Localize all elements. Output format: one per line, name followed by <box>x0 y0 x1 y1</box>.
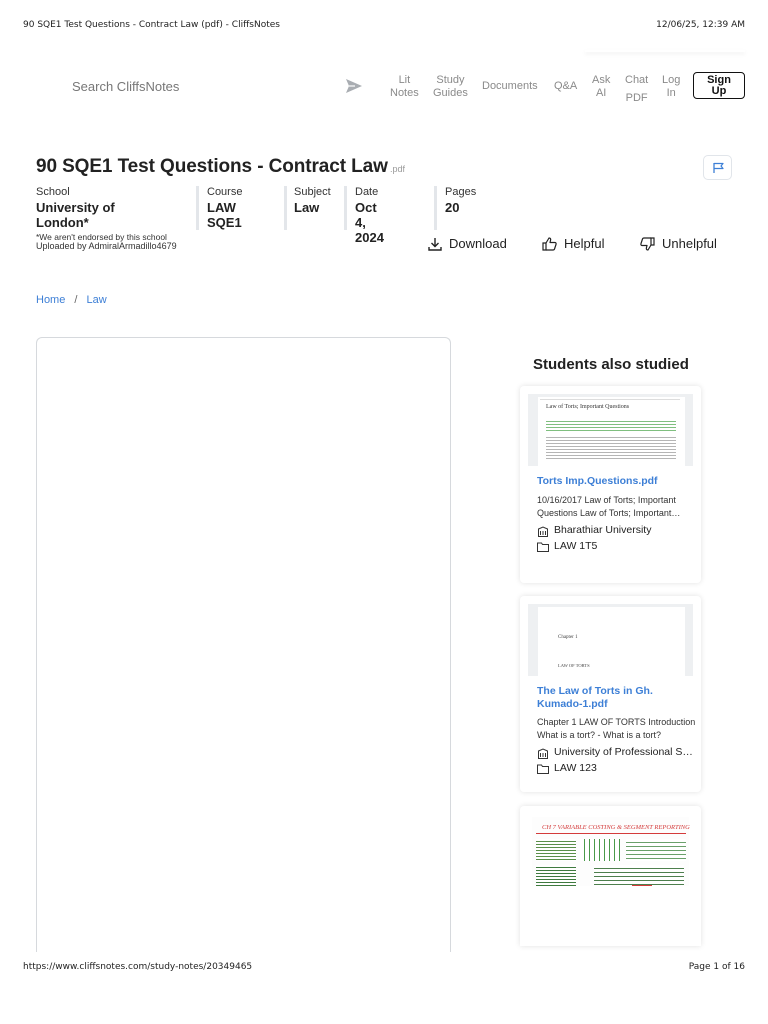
folder-icon <box>537 542 549 552</box>
course-value[interactable]: LAW SQE1 <box>207 200 242 230</box>
meta-subject: Subject Law <box>294 186 331 230</box>
building-icon <box>538 748 548 759</box>
related-document-card[interactable]: Chapter 1 LAW OF TORTS The Law of Torts … <box>520 596 701 792</box>
meta-course: Course LAW SQE1 <box>207 186 242 230</box>
meta-divider <box>284 186 287 230</box>
print-page-number: Page 1 of 16 <box>688 962 745 972</box>
card-title-link[interactable]: Torts Imp.Questions.pdf <box>537 475 697 488</box>
uploaded-by-text: Uploaded by AdmiralArmadillo4679 <box>36 241 177 251</box>
document-thumbnail: Chapter 1 LAW OF TORTS <box>528 604 693 676</box>
thumbnail-page: CH 7 VARIABLE COSTING & SEGMENT REPORTIN… <box>532 817 690 886</box>
breadcrumb-separator: / <box>74 294 78 306</box>
thumbs-down-icon <box>640 237 655 251</box>
nav-shadow-divider <box>585 50 745 52</box>
nav-documents[interactable]: Documents <box>482 80 538 93</box>
meta-date: Date Oct 4, 2024 <box>355 186 384 245</box>
nav-log-in-line1: Log <box>662 74 681 86</box>
school-label: School <box>36 186 70 198</box>
pages-label: Pages <box>445 186 477 198</box>
print-url: https://www.cliffsnotes.com/study-notes/… <box>23 962 253 972</box>
related-document-card[interactable]: CH 7 VARIABLE COSTING & SEGMENT REPORTIN… <box>520 806 701 946</box>
pages-value: 20 <box>445 200 460 215</box>
download-icon <box>428 238 442 251</box>
nav-qa-label: Q&A <box>554 80 578 92</box>
print-header: 90 SQE1 Test Questions - Contract Law (p… <box>23 20 745 32</box>
nav-lit-notes[interactable]: Lit Notes <box>390 74 419 100</box>
nav-ask-ai[interactable]: Ask AI <box>592 74 610 100</box>
thumbnail-page: Law of Torts; Important Questions <box>538 397 685 466</box>
thumbs-up-icon <box>542 237 557 251</box>
related-document-card[interactable]: Law of Torts; Important Questions Torts … <box>520 386 701 583</box>
subject-label: Subject <box>294 186 331 198</box>
card-title-link[interactable]: The Law of Torts in Gh. Kumado-1.pdf <box>537 685 697 711</box>
thumbnail-heading-text: Law of Torts; Important Questions <box>546 404 630 410</box>
nav-chat-pdf[interactable]: Chat PDF <box>625 71 648 107</box>
helpful-label: Helpful <box>564 236 605 251</box>
nav-ask-ai-line1: Ask <box>592 74 611 86</box>
course-label: Course <box>207 186 243 198</box>
nav-log-in-line2: In <box>666 87 676 99</box>
card-course: LAW 123 <box>554 762 597 774</box>
nav-chat-pdf-line2: PDF <box>625 92 648 104</box>
print-page-title: 90 SQE1 Test Questions - Contract Law (p… <box>23 20 280 30</box>
sign-up-button[interactable]: Sign Up <box>693 72 745 99</box>
document-thumbnail: CH 7 VARIABLE COSTING & SEGMENT REPORTIN… <box>528 814 693 886</box>
nav-chat-pdf-line1: Chat <box>625 74 649 86</box>
thumbnail-heading-text: CH 7 VARIABLE COSTING & SEGMENT REPORTIN… <box>542 824 690 831</box>
card-description: 10/16/2017 Law of Torts; Important Quest… <box>537 495 676 518</box>
subject-value[interactable]: Law <box>294 200 331 215</box>
nav-study-guides-line2: Guides <box>433 87 468 99</box>
nav-log-in[interactable]: Log In <box>662 74 680 100</box>
report-flag-button[interactable] <box>703 155 732 180</box>
building-icon <box>538 526 548 537</box>
card-description: Chapter 1 LAW OF TORTS Introduction What… <box>537 717 696 740</box>
print-timestamp: 12/06/25, 12:39 AM <box>656 20 745 30</box>
page-title: 90 SQE1 Test Questions - Contract Law <box>36 156 388 177</box>
top-navigation-bar: Lit Notes Study Guides Documents Q&A Ask… <box>0 50 768 120</box>
meta-divider <box>196 186 199 230</box>
breadcrumb-home[interactable]: Home <box>36 294 65 306</box>
breadcrumb-law[interactable]: Law <box>87 294 107 306</box>
send-icon[interactable] <box>345 77 363 95</box>
date-value: Oct 4, 2024 <box>355 200 384 245</box>
meta-divider <box>434 186 437 230</box>
file-extension-badge: .pdf <box>390 164 406 174</box>
nav-ask-ai-line2: AI <box>595 87 607 99</box>
thumbnail-page: Chapter 1 LAW OF TORTS <box>538 607 685 676</box>
school-value[interactable]: University of London* <box>36 200 167 230</box>
folder-icon <box>537 764 549 774</box>
thumbnail-heading-text: LAW OF TORTS <box>558 663 590 668</box>
thumbnail-chapter-text: Chapter 1 <box>558 635 578 640</box>
download-label: Download <box>449 236 507 251</box>
sign-up-line2: Up <box>711 85 727 97</box>
nav-documents-label: Documents <box>482 80 538 92</box>
search-box <box>55 68 375 104</box>
card-school: University of Professional Studies <box>554 746 694 758</box>
nav-lit-notes-line2: Notes <box>390 87 419 99</box>
nav-study-guides[interactable]: Study Guides <box>433 74 468 100</box>
students-also-studied-heading: Students also studied <box>533 356 689 373</box>
card-course-row: LAW 1T5 <box>537 540 697 554</box>
search-input[interactable] <box>55 68 315 104</box>
document-preview[interactable] <box>36 337 451 952</box>
date-label: Date <box>355 186 379 198</box>
nav-study-guides-line1: Study <box>436 74 465 86</box>
card-course-row: LAW 123 <box>537 762 697 776</box>
document-thumbnail: Law of Torts; Important Questions <box>528 394 693 466</box>
meta-pages: Pages 20 <box>445 186 476 230</box>
breadcrumb: Home / Law <box>36 294 107 306</box>
unhelpful-label: Unhelpful <box>662 236 717 251</box>
meta-school: School University of London* *We aren't … <box>36 186 167 242</box>
card-school-row: Bharathiar University <box>537 524 697 538</box>
card-course: LAW 1T5 <box>554 540 598 552</box>
flag-icon <box>713 162 724 173</box>
nav-lit-notes-line1: Lit <box>398 74 411 86</box>
nav-qa[interactable]: Q&A <box>554 80 577 93</box>
card-school: Bharathiar University <box>554 524 652 536</box>
meta-divider <box>344 186 347 230</box>
card-school-row: University of Professional Studies <box>537 746 697 760</box>
